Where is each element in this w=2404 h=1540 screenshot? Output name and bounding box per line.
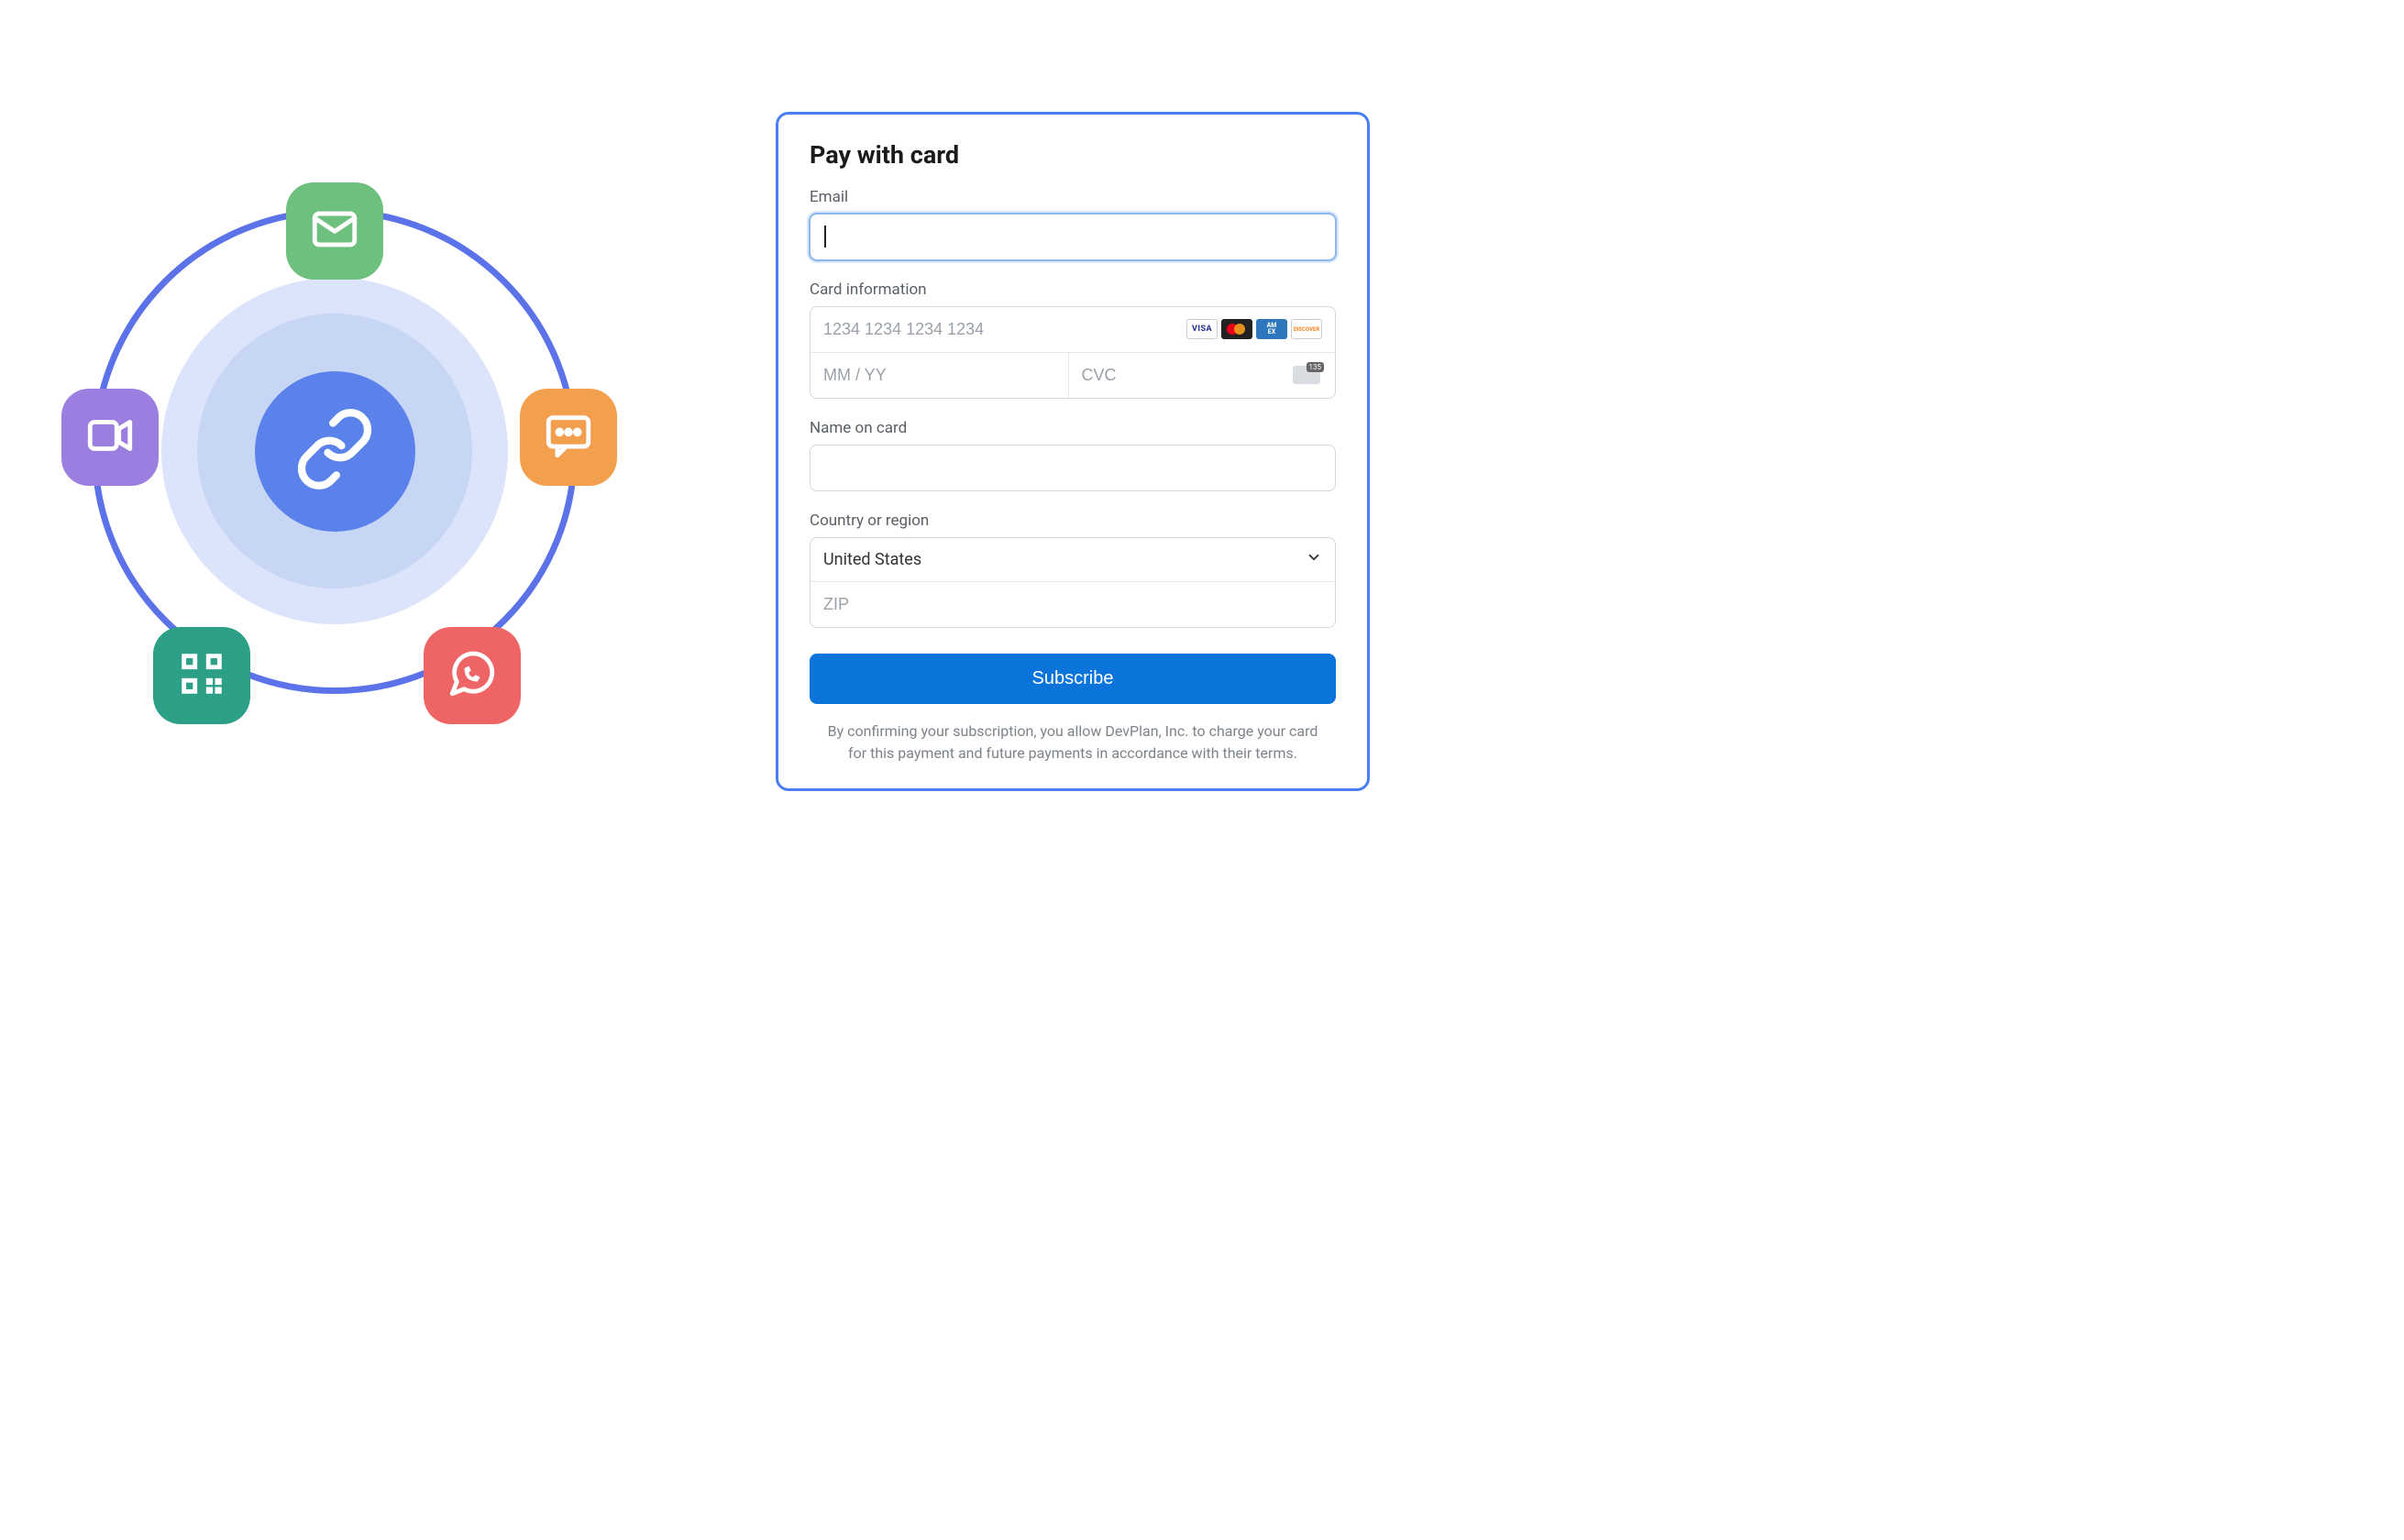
link-icon bbox=[293, 408, 376, 494]
discover-icon: DISCOVER bbox=[1291, 319, 1322, 339]
video-icon bbox=[83, 409, 137, 466]
name-label: Name on card bbox=[810, 419, 1336, 437]
email-input-wrapper bbox=[810, 214, 1336, 260]
whatsapp-icon bbox=[446, 647, 499, 704]
chat-icon bbox=[542, 409, 595, 466]
email-pill bbox=[286, 182, 383, 280]
fine-print: By confirming your subscription, you all… bbox=[810, 720, 1336, 764]
visa-icon: VISA bbox=[1186, 319, 1218, 339]
card-brand-icons: VISA AMEX DISCOVER bbox=[1186, 319, 1326, 339]
chat-pill bbox=[520, 389, 617, 486]
qr-icon bbox=[175, 647, 228, 704]
email-icon bbox=[308, 203, 361, 259]
card-group: VISA AMEX DISCOVER bbox=[810, 306, 1336, 399]
whatsapp-pill bbox=[424, 627, 521, 724]
card-expiry-input[interactable] bbox=[811, 353, 1068, 398]
country-select[interactable]: United States bbox=[811, 538, 1335, 582]
payment-card: Pay with card Email Card information VIS… bbox=[776, 112, 1370, 791]
form-title: Pay with card bbox=[810, 140, 1336, 170]
sharing-diagram bbox=[37, 153, 633, 749]
subscribe-button[interactable]: Subscribe bbox=[810, 654, 1336, 704]
email-input[interactable] bbox=[811, 214, 1335, 259]
country-label: Country or region bbox=[810, 512, 1336, 530]
card-number-input[interactable] bbox=[811, 307, 1186, 352]
cvc-hint-icon bbox=[1293, 366, 1320, 384]
center-ring-outer bbox=[161, 278, 508, 624]
country-group: United States bbox=[810, 537, 1336, 628]
center-ring-inner bbox=[255, 371, 415, 532]
video-pill bbox=[61, 389, 159, 486]
name-input[interactable] bbox=[811, 446, 1335, 490]
chevron-down-icon bbox=[1306, 549, 1322, 570]
center-ring-mid bbox=[197, 314, 472, 588]
card-info-label: Card information bbox=[810, 280, 1336, 299]
name-input-wrapper bbox=[810, 445, 1336, 491]
amex-icon: AMEX bbox=[1256, 319, 1287, 339]
country-selected-value: United States bbox=[823, 550, 921, 569]
email-label: Email bbox=[810, 188, 1336, 206]
qr-pill bbox=[153, 627, 250, 724]
zip-input[interactable] bbox=[811, 582, 1335, 627]
mastercard-icon bbox=[1221, 319, 1252, 339]
card-cvc-input[interactable] bbox=[1069, 353, 1294, 398]
